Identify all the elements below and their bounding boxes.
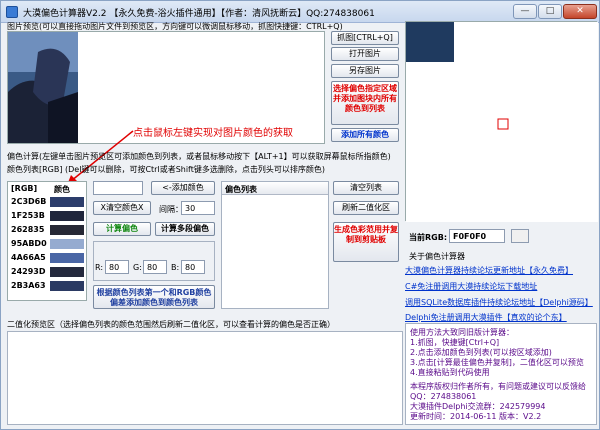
color-swatch [50,267,84,277]
add-color-button[interactable]: <-添加颜色 [151,181,215,195]
color-swatch [50,225,84,235]
interval-label: 间隔： [159,205,183,214]
add-all-colors-button[interactable]: 添加所有颜色 [331,128,399,142]
about-title: 关于偏色计算器 [409,252,465,261]
link-sqlite-plugin[interactable]: 调用SQLite数据库插件持续论坛地址【Delphi源码】 [405,297,593,308]
color-hex: 1F253B [11,211,45,220]
binary-preview-area [7,331,403,425]
current-rgb-label: 当前RGB: [409,233,448,242]
color-table-row[interactable]: 2C3D6B [8,196,86,208]
select-area-add-colors-button[interactable]: 选择偏色指定区域并添加图块内所有颜色到列表 [331,81,399,125]
b-label: B: [171,263,180,272]
calc-color-button[interactable]: 计算偏色 [93,222,151,236]
rgb-color-table[interactable]: [RGB] 颜色 2C3D6B 1F253B 262835 95ABD0 4A66A5 2… [7,181,87,301]
annotation-text: 点击鼠标左键实现对图片颜色的获取 [133,128,293,139]
color-hex: 24293D [11,267,46,276]
color-swatch [50,253,84,263]
clear-color-button[interactable]: X清空颜色X [93,201,151,215]
generate-code-button[interactable]: 生成色彩范用并复制到剪贴板 [333,222,399,262]
link-update-forum[interactable]: 大漠偏色计算器持续论坛更新地址【永久免费】 [405,265,573,276]
color-table-row[interactable]: 4A66A5 [8,252,86,264]
magnifier-preview [405,21,598,222]
link-csharp-download[interactable]: C#免注册调用大漠持续论坛下载地址 [405,281,537,292]
open-image-button[interactable]: 打开图片 [331,47,399,61]
color-hex: 2B3A63 [11,281,46,290]
color-hex: 4A66A5 [11,253,46,262]
color-hex: 2C3D6B [11,197,47,206]
app-icon [6,6,18,18]
maximize-button[interactable]: □ [538,4,562,19]
color-hex: 262835 [11,225,45,234]
g-input[interactable]: 80 [143,260,167,274]
close-button[interactable]: ✕ [563,4,597,19]
app-window: 大漠偏色计算器V2.2 【永久免费-浴火插件通用】【作者：清风抚断云】QQ:27… [0,0,600,430]
refresh-binary-button[interactable]: 刷新二值化区 [333,201,399,215]
magnifier-image [406,22,598,222]
color-swatch [50,281,84,291]
col-rgb-header[interactable]: [RGB] [11,184,37,193]
usage-info-box: 使用方法大致同旧版计算器： 1.抓图，快捷键[Ctrl+Q] 2.点击添加颜色到… [405,323,597,425]
color-swatch [50,239,84,249]
color-table-row[interactable]: 24293D [8,266,86,278]
color-swatch [50,197,84,207]
capture-button[interactable]: 抓图[CTRL+Q] [331,31,399,45]
color-table-row[interactable]: 262835 [8,224,86,236]
calc-label: 偏色计算(左键单击图片预览区可添加颜色到列表，或者鼠标移动按下【ALT+1】可以… [7,152,391,161]
window-title: 大漠偏色计算器V2.2 【永久免费-浴火插件通用】【作者：清风抚断云】QQ:27… [23,9,375,19]
info-line: 4.直接粘贴到代码使用 [410,368,490,377]
interval-input[interactable]: 30 [181,201,215,215]
color-table-row[interactable]: 1F253B [8,210,86,222]
color-list-header[interactable]: 偏色列表 [225,184,257,195]
binary-label: 二值化预览区（选择偏色列表的颜色范围然后刷新二值化区，可以查看计算的偏色是否正确… [7,320,335,329]
link-delphi-plugin[interactable]: Delphi免注册调用大漠插件【真欢的论个东】 [405,312,567,323]
current-color-swatch [511,229,529,243]
calc-multi-color-button[interactable]: 计算多段偏色 [155,222,215,236]
r-input[interactable]: 80 [105,260,129,274]
color-list-panel[interactable]: 偏色列表 [221,181,329,309]
color-list-hint: 颜色列表[RGB] (Del键可以删除，可按Ctrl或者Shift键多选删除，点… [7,165,325,174]
color-swatch [50,211,84,221]
color-hex: 95ABD0 [11,239,47,248]
color-table-row[interactable]: 95ABD0 [8,238,86,250]
color-table-row[interactable]: 2B3A63 [8,280,86,292]
save-image-button[interactable]: 另存图片 [331,64,399,78]
add-by-deviation-button[interactable]: 根据颜色列表第一个和RGB颜色偏差添加颜色到颜色列表 [93,285,215,309]
g-label: G: [133,263,142,272]
clear-list-button[interactable]: 清空列表 [333,181,399,195]
b-input[interactable]: 80 [181,260,205,274]
color-input-field[interactable] [93,181,143,195]
r-label: R: [95,263,104,272]
current-rgb-value: F0F0F0 [449,229,505,243]
col-color-header[interactable]: 颜色 [54,184,70,195]
info-line: 更新时间：2014-06-11 版本：V2.2 [410,412,542,421]
minimize-button[interactable]: — [513,4,537,19]
title-bar: 大漠偏色计算器V2.2 【永久免费-浴火插件通用】【作者：清风抚断云】QQ:27… [1,1,599,23]
